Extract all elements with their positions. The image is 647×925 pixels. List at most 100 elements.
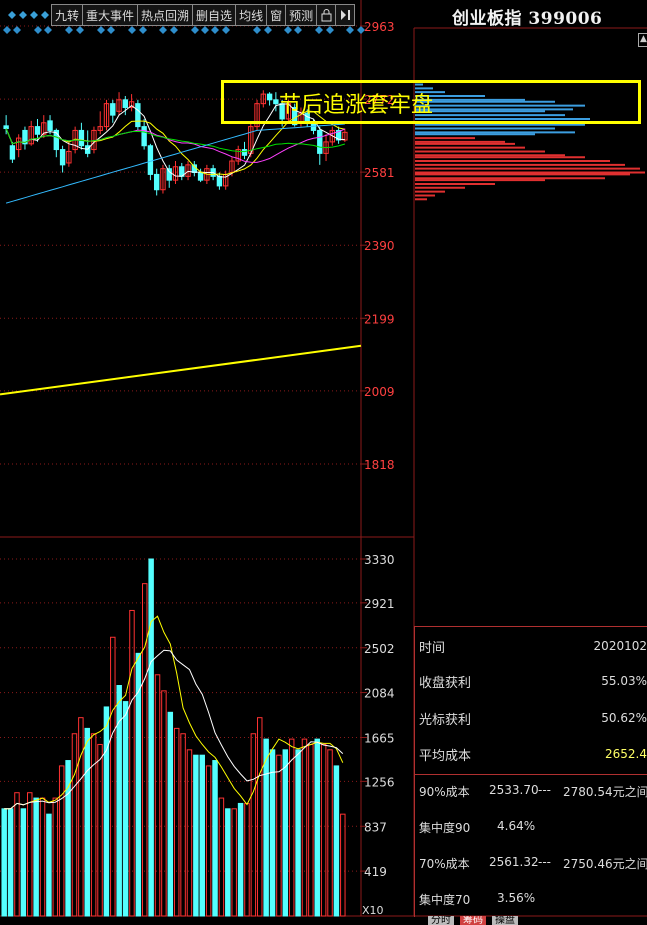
conc70-value: 3.56% — [497, 891, 536, 905]
price-tick-label: 2009 — [364, 385, 395, 399]
candle-body — [3, 125, 9, 130]
volume-bar — [33, 797, 39, 917]
cost90-label: 90%成本 — [419, 785, 470, 799]
volume-tick-label: 2921 — [364, 597, 395, 611]
volume-tick-label: 837 — [364, 820, 387, 834]
avg-cost-value: 2652.4 — [605, 747, 647, 761]
support-trendline — [0, 344, 362, 396]
event-diamond — [128, 26, 136, 34]
volume-bar — [167, 711, 174, 917]
cost90-low: 2533.70 — [489, 783, 539, 797]
volume-bar — [39, 797, 46, 917]
event-diamond — [76, 26, 84, 34]
volume-tick-label: 1665 — [364, 732, 395, 746]
volume-bar — [340, 813, 346, 917]
volume-bar — [257, 717, 263, 917]
volume-bar — [14, 792, 20, 917]
volume-bar — [180, 733, 186, 917]
event-diamond — [107, 26, 115, 34]
volume-bar — [250, 733, 257, 917]
volume-bar — [110, 636, 116, 917]
price-tick-label: 2581 — [364, 166, 395, 180]
event-diamond — [97, 26, 105, 34]
cost70-label: 70%成本 — [419, 857, 470, 871]
stock-title: 创业板指 399006 — [452, 9, 603, 29]
volume-tick-label: 419 — [364, 865, 387, 879]
price-tick-label: 2963 — [364, 20, 395, 34]
volume-bar — [288, 738, 295, 917]
event-diamond — [201, 26, 209, 34]
volume-bar — [84, 727, 90, 917]
tab-timeshare[interactable]: 分时 — [428, 916, 454, 925]
conc90-label: 集中度90 — [419, 821, 471, 835]
price-tick-label: 2390 — [364, 239, 395, 253]
close-profit-label: 收盘获利 — [419, 676, 472, 691]
volume-bar — [129, 609, 135, 917]
candle-body — [59, 149, 66, 166]
candle-body — [34, 126, 41, 135]
panel-toggle-icon[interactable]: ▲ — [638, 33, 647, 47]
candle-body — [147, 145, 154, 175]
volume-tick-label: 2502 — [364, 642, 395, 656]
volume-bar — [52, 797, 59, 917]
remove-favorite-button[interactable]: 删自选 — [192, 4, 237, 26]
major-events-button[interactable]: 重大事件 — [82, 4, 139, 26]
volume-bar — [212, 760, 218, 917]
event-diamond — [346, 26, 354, 34]
event-diamond — [170, 26, 178, 34]
volume-bar — [7, 808, 14, 917]
volume-bar — [263, 738, 269, 917]
volume-bar — [103, 706, 110, 917]
volume-bar — [333, 765, 340, 917]
time-value: 2020102 — [593, 639, 647, 653]
volume-bar — [173, 727, 180, 917]
volume-bar — [205, 765, 212, 917]
price-tick-label: 2199 — [364, 312, 395, 326]
volume-tick-label: 1256 — [364, 775, 395, 789]
volume-bar — [237, 802, 244, 917]
volume-bar — [186, 749, 193, 917]
chip-info-panel: 时间 2020102 收盘获利 55.03% 光标获利 50.62% 平均成本 2652… — [414, 626, 647, 917]
volume-bar — [244, 802, 250, 917]
event-diamond — [65, 26, 73, 34]
volume-bar — [282, 749, 289, 917]
cost90-high: 2780.54元之间 — [563, 785, 647, 799]
volume-bar — [218, 797, 225, 917]
conc70-label: 集中度70 — [419, 893, 471, 907]
cost70-high: 2750.46元之间 — [563, 857, 647, 871]
volume-unit-label: X10 — [362, 904, 384, 917]
jiuzhuan-button[interactable]: 九转 — [51, 4, 84, 26]
forecast-button[interactable]: 预测 — [285, 4, 318, 26]
volume-ma5-line — [4, 615, 344, 810]
volume-bar — [314, 738, 320, 917]
event-diamond — [211, 26, 219, 34]
volume-bar — [58, 765, 65, 917]
volume-bar — [225, 808, 231, 917]
candle-body — [78, 129, 85, 147]
volume-bar — [20, 808, 27, 917]
export-icon[interactable] — [335, 4, 356, 26]
volume-bar — [142, 583, 148, 917]
event-diamond — [253, 26, 261, 34]
tab-chips[interactable]: 筹码 — [460, 916, 486, 925]
volume-bar — [327, 749, 333, 917]
cost70-separator: --- — [538, 855, 551, 869]
tab-trading[interactable]: 操盘 — [492, 916, 518, 925]
event-diamond — [3, 26, 11, 34]
candle-body — [9, 145, 16, 160]
volume-bar — [122, 701, 129, 917]
lock-icon[interactable] — [316, 4, 337, 26]
moving-average-button[interactable]: 均线 — [235, 4, 268, 26]
close-profit-value: 55.03% — [601, 674, 647, 688]
candle-body — [122, 99, 129, 108]
event-diamond — [139, 26, 147, 34]
candle-body — [110, 103, 116, 116]
hotspot-review-button[interactable]: 热点回溯 — [137, 4, 194, 26]
volume-bar — [46, 813, 52, 917]
conc90-value: 4.64% — [497, 819, 536, 833]
cursor-profit-label: 光标获利 — [419, 713, 472, 728]
volume-bar — [90, 733, 97, 917]
candle-body — [47, 120, 53, 131]
volume-bar — [1, 808, 7, 917]
window-button[interactable]: 窗 — [266, 4, 287, 26]
